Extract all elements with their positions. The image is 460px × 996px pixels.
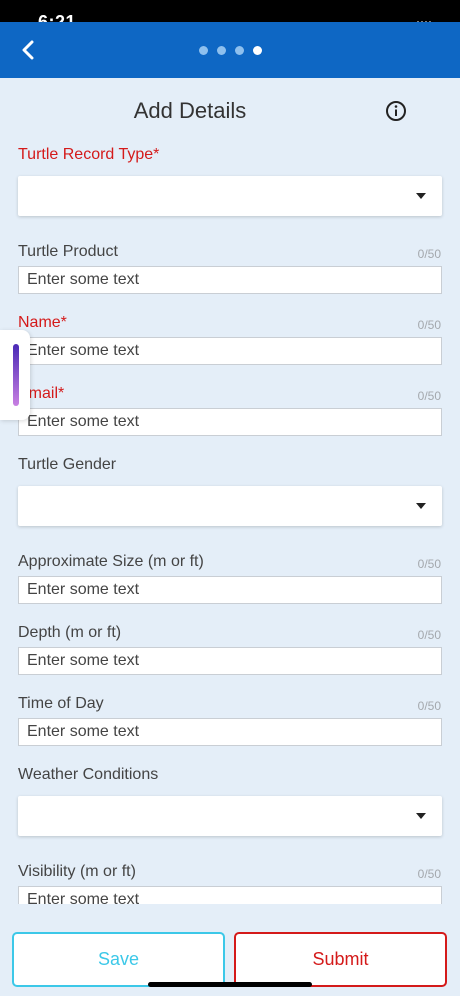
page-title: Add Details [133, 98, 247, 123]
home-indicator [148, 982, 312, 987]
back-button[interactable] [14, 34, 42, 66]
side-drawer-handle[interactable] [0, 330, 30, 420]
turtle-record-type-label: Turtle Record Type* [18, 146, 160, 163]
caret-down-icon [416, 193, 426, 199]
depth-input[interactable] [18, 647, 442, 675]
page-dot-1 [199, 46, 208, 55]
turtle-gender-dropdown[interactable] [18, 486, 442, 526]
page-dot-3 [235, 46, 244, 55]
weather-conditions-label: Weather Conditions [18, 766, 159, 783]
email-input[interactable] [18, 408, 442, 436]
turtle-product-label: Turtle Product [18, 243, 118, 260]
chevron-left-icon [22, 40, 34, 60]
approximate-size-counter: 0/50 [417, 557, 441, 571]
status-signal: ···· [416, 14, 432, 22]
weather-conditions-dropdown[interactable] [18, 796, 442, 836]
name-counter: 0/50 [417, 318, 441, 332]
page-dot-2 [217, 46, 226, 55]
visibility-input[interactable] [18, 886, 442, 904]
name-input[interactable] [18, 337, 442, 365]
time-of-day-label: Time of Day [18, 695, 104, 712]
visibility-label: Visibility (m or ft) [18, 863, 136, 880]
email-counter: 0/50 [417, 389, 441, 403]
page-indicator [199, 46, 262, 55]
time-of-day-counter: 0/50 [417, 699, 441, 713]
status-time: 6:21 [38, 12, 77, 22]
visibility-counter: 0/50 [417, 867, 441, 881]
turtle-record-type-dropdown[interactable] [18, 176, 442, 216]
nav-bar [0, 22, 460, 78]
info-icon[interactable] [385, 100, 407, 122]
turtle-gender-label: Turtle Gender [18, 456, 117, 473]
depth-label: Depth (m or ft) [18, 624, 122, 641]
submit-button[interactable]: Submit [234, 932, 447, 987]
page-dot-4-active [253, 46, 262, 55]
time-of-day-input[interactable] [18, 718, 442, 746]
side-drawer-handle-icon [13, 344, 19, 406]
approximate-size-input[interactable] [18, 576, 442, 604]
status-bar: 6:21 ···· [0, 0, 460, 22]
turtle-product-counter: 0/50 [417, 247, 441, 261]
save-button[interactable]: Save [12, 932, 225, 987]
turtle-product-input[interactable] [18, 266, 442, 294]
action-bar: Save Submit [0, 904, 460, 996]
caret-down-icon [416, 813, 426, 819]
details-form[interactable]: Add Details Turtle Record Type* Turtle P… [0, 78, 460, 904]
caret-down-icon [416, 503, 426, 509]
name-label: Name* [18, 314, 67, 331]
approximate-size-label: Approximate Size (m or ft) [18, 553, 204, 570]
depth-counter: 0/50 [417, 628, 441, 642]
